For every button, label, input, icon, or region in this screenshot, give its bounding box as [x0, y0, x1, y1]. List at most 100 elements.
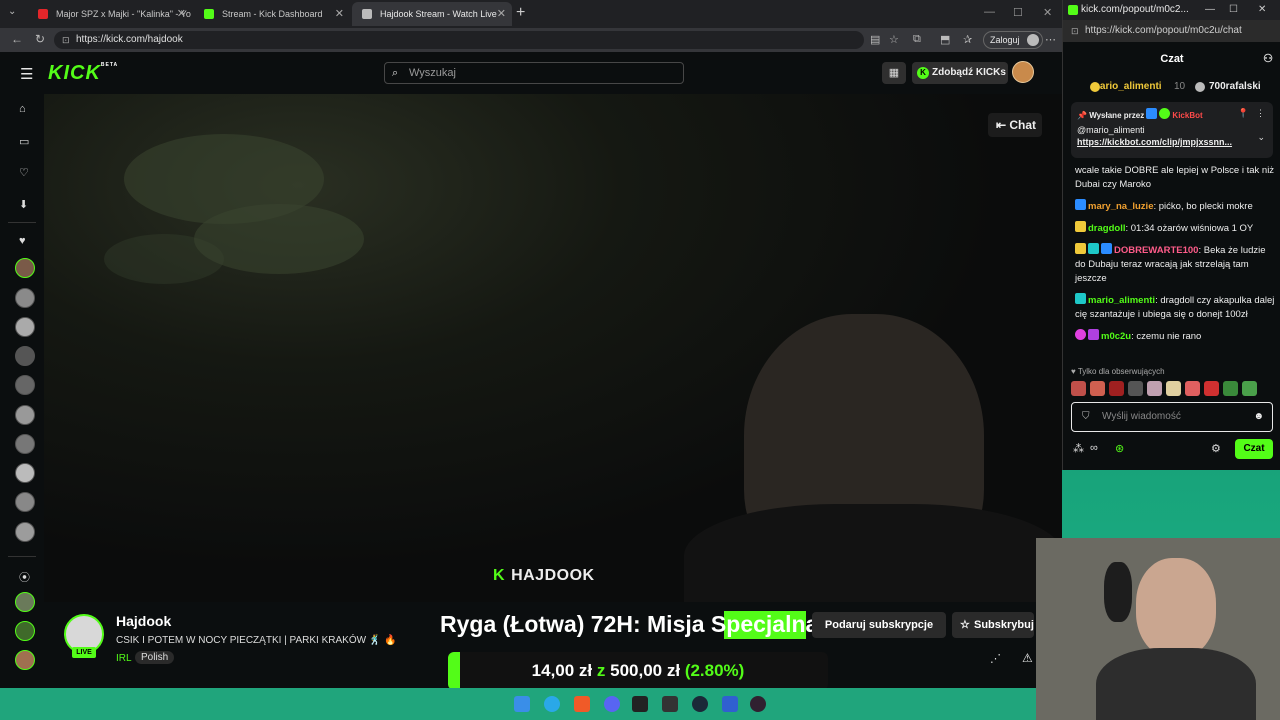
followed-channel-avatar[interactable]	[15, 258, 35, 278]
popout-address-bar[interactable]: ⊡ https://kick.com/popout/m0c2u/chat	[1063, 20, 1280, 42]
streamer-name[interactable]: Hajdook	[116, 613, 171, 629]
dashboard-button[interactable]: ▦	[882, 62, 906, 84]
unpin-icon[interactable]: 📍	[1238, 108, 1249, 119]
home-icon[interactable]: ⌂	[19, 103, 26, 115]
message-username[interactable]: mario_alimenti	[1088, 295, 1155, 306]
message-username[interactable]: DOBREWARTE100	[1114, 245, 1198, 256]
pinned-link[interactable]: https://kickbot.com/clip/jmpjxssnn...	[1077, 137, 1267, 147]
kicks-icon[interactable]: ⊛	[1115, 442, 1124, 455]
tab-kick-dashboard[interactable]: Stream - Kick Dashboard ✕	[194, 2, 350, 26]
message-username[interactable]: mary_na_luzie	[1088, 201, 1153, 212]
search-input[interactable]: ⌕ Wyszukaj	[384, 62, 684, 84]
reader-icon[interactable]: ▤	[870, 33, 880, 46]
profile-login-button[interactable]: Zaloguj	[983, 31, 1043, 49]
followed-channel-avatar[interactable]	[15, 346, 35, 366]
followed-channel-avatar[interactable]	[15, 405, 35, 425]
sent-by-label: Wysłane przez	[1089, 111, 1145, 120]
favorites-icon[interactable]: ✰	[963, 33, 972, 46]
emote[interactable]	[1185, 381, 1200, 396]
emote[interactable]	[1128, 381, 1143, 396]
category-link[interactable]: IRL	[116, 653, 132, 664]
emote[interactable]	[1166, 381, 1181, 396]
close-window-icon[interactable]: ✕	[1043, 6, 1052, 19]
menu-icon[interactable]: ☰	[20, 65, 33, 83]
edge-icon[interactable]	[544, 696, 560, 712]
close-tab-icon[interactable]: ✕	[177, 2, 186, 26]
followed-channel-avatar[interactable]	[15, 492, 35, 512]
tab-youtube[interactable]: Major SPZ x Majki - "Kalinka" - Yo ✕	[28, 2, 192, 26]
close-tab-icon[interactable]: ✕	[335, 2, 344, 26]
followed-channel-avatar[interactable]	[15, 375, 35, 395]
minimize-icon[interactable]: —	[1205, 0, 1215, 20]
share-icon[interactable]: ⋰	[990, 652, 1001, 665]
followed-channel-avatar[interactable]	[15, 522, 35, 542]
recommended-channel-avatar[interactable]	[15, 650, 35, 670]
leaderboard-user[interactable]: 700rafalski	[1209, 76, 1261, 98]
more-options-icon[interactable]: ⋮	[1256, 108, 1265, 119]
following-icon[interactable]: ♡	[19, 166, 29, 179]
language-tag[interactable]: Polish	[135, 651, 175, 664]
gift-sub-button[interactable]: Podaruj subskrypcje	[812, 612, 946, 638]
users-icon[interactable]: ⚇	[1263, 46, 1273, 72]
emote[interactable]	[1242, 381, 1257, 396]
close-tab-icon[interactable]: ✕	[497, 2, 506, 26]
emoji-icon[interactable]: ☻	[1253, 403, 1264, 431]
recommended-channel-avatar[interactable]	[15, 592, 35, 612]
emote[interactable]	[1147, 381, 1162, 396]
followed-channel-avatar[interactable]	[15, 434, 35, 454]
emote[interactable]	[1090, 381, 1105, 396]
clips-icon[interactable]: ⬇	[19, 198, 28, 211]
followed-channel-avatar[interactable]	[15, 463, 35, 483]
send-chat-button[interactable]: Czat	[1235, 439, 1273, 459]
maximize-icon[interactable]: ☐	[1229, 0, 1238, 20]
back-icon[interactable]: ←	[11, 32, 23, 46]
bot-name: KickBot	[1172, 111, 1203, 120]
message-username[interactable]: dragdoll	[1088, 223, 1125, 234]
video-player[interactable]	[44, 94, 1062, 602]
more-menu-icon[interactable]: ⋯	[1045, 33, 1056, 46]
steam-icon[interactable]	[692, 696, 708, 712]
extensions-icon[interactable]: ⧉	[913, 33, 921, 46]
tab-list-icon[interactable]: ⌄	[8, 6, 16, 17]
subscribe-button[interactable]: ☆ Subskrybuj	[952, 612, 1034, 638]
recommended-channel-avatar[interactable]	[15, 621, 35, 641]
chevron-down-icon[interactable]: ⌄	[1257, 132, 1265, 143]
close-window-icon[interactable]: ✕	[1258, 0, 1266, 20]
settings-gear-icon[interactable]: ⚙	[1211, 442, 1221, 455]
app-icon[interactable]	[632, 696, 648, 712]
maximize-icon[interactable]: ☐	[1013, 6, 1023, 19]
chat-message-input[interactable]: ⛉ Wyślij wiadomość ☻	[1071, 402, 1273, 432]
emote[interactable]	[1223, 381, 1238, 396]
split-screen-icon[interactable]: ⬒	[940, 33, 950, 46]
kick-logo[interactable]: KICKBETA	[48, 62, 118, 85]
reload-icon[interactable]: ↻	[35, 32, 45, 46]
points-icon[interactable]: ⁂	[1073, 442, 1084, 455]
emote[interactable]	[1071, 381, 1086, 396]
followed-channel-avatar[interactable]	[15, 317, 35, 337]
new-tab-button[interactable]: +	[516, 4, 525, 22]
followed-channel-avatar[interactable]	[15, 288, 35, 308]
infinity-icon[interactable]: ∞	[1090, 442, 1098, 454]
site-info-icon[interactable]: ⊡	[62, 31, 70, 49]
leaderboard-user[interactable]: mario_alimenti	[1091, 76, 1162, 98]
brave-icon[interactable]	[574, 696, 590, 712]
epic-games-icon[interactable]	[662, 696, 678, 712]
obs-icon[interactable]	[750, 696, 766, 712]
video-foliage	[104, 234, 224, 284]
minimize-icon[interactable]: —	[984, 6, 995, 18]
user-avatar[interactable]	[1012, 61, 1034, 83]
report-icon[interactable]: ⚠	[1022, 651, 1033, 665]
app-icon[interactable]	[722, 696, 738, 712]
windows-start-icon[interactable]	[514, 696, 530, 712]
popout-window-title: kick.com/popout/m0c2...	[1081, 4, 1189, 15]
discord-icon[interactable]	[604, 696, 620, 712]
tab-hajdook-stream[interactable]: Hajdook Stream - Watch Live ✕	[352, 2, 512, 26]
favorite-star-icon[interactable]: ☆	[889, 33, 899, 46]
emote[interactable]	[1204, 381, 1219, 396]
browse-icon[interactable]: ▭	[19, 135, 29, 148]
message-username[interactable]: m0c2u	[1101, 331, 1131, 342]
emote[interactable]	[1109, 381, 1124, 396]
chat-toggle-button[interactable]: ⇤ Chat	[988, 113, 1042, 137]
address-bar[interactable]: ⊡ https://kick.com/hajdook	[54, 31, 864, 49]
get-kicks-button[interactable]: K Zdobądź KICKs	[912, 62, 1008, 84]
